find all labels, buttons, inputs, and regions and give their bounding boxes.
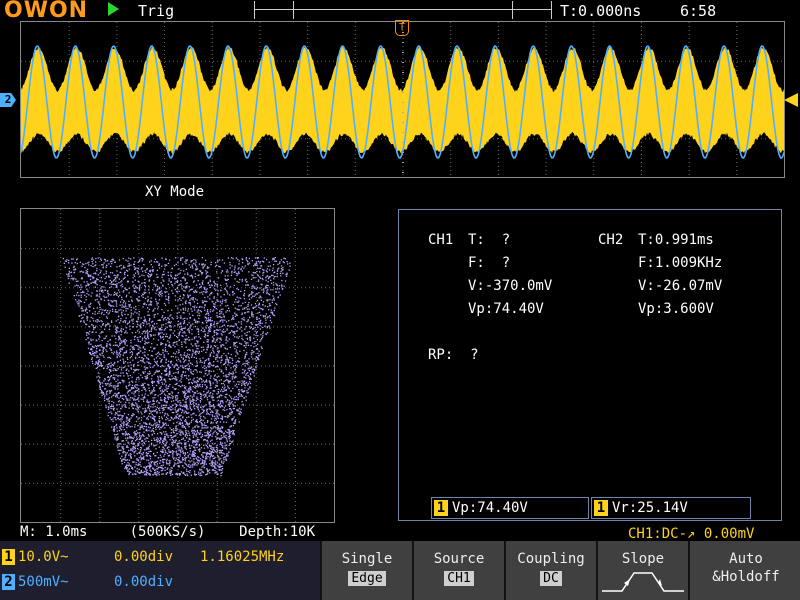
ch2-info-row[interactable]: 2 500mV~ 0.00div xyxy=(2,574,173,590)
ch2-level-marker[interactable]: 2 xyxy=(0,93,16,107)
softkey-slope-title: Slope xyxy=(621,551,665,567)
trigger-level-marker[interactable] xyxy=(784,93,798,107)
channel-info: 1 10.0V~ 0.00div 1.16025MHz 2 500mV~ 0.00div xyxy=(0,541,320,600)
measure-box-vr: 1 Vr:25.14V xyxy=(591,497,751,519)
ch1-badge: 1 xyxy=(2,549,15,565)
trigger-position-icon: T xyxy=(395,20,409,36)
ch1-info-row[interactable]: 1 10.0V~ 0.00div 1.16025MHz xyxy=(2,549,284,565)
softkey-single-value: Edge xyxy=(348,571,386,586)
measure-box-vr-channel: 1 xyxy=(594,500,608,516)
ch2-scale: 500mV~ xyxy=(18,574,69,590)
ch2-offset: 0.00div xyxy=(114,574,174,590)
trigger-status: CH1:DC-↗ 0.00mV xyxy=(628,526,755,542)
measure-box-vp-channel: 1 xyxy=(434,500,448,516)
ch1-frequency: F: ? xyxy=(468,255,511,271)
run-state-icon xyxy=(108,2,119,16)
ch1-mean-voltage: V:-370.0mV xyxy=(468,278,553,294)
ch2-badge: 2 xyxy=(2,574,15,590)
trigger-time-label: T:0.000ns xyxy=(560,2,642,20)
xy-mode-title: XY Mode xyxy=(145,184,205,200)
ch1-counter-freq: 1.16025MHz xyxy=(200,549,285,565)
ch1-period: T: ? xyxy=(468,232,511,248)
softkey-coupling[interactable]: Coupling DC xyxy=(504,541,596,600)
acquisition-status: M: 1.0ms (500KS/s) Depth:10K xyxy=(20,524,315,540)
softkey-source[interactable]: Source CH1 xyxy=(412,541,504,600)
softkey-source-value: CH1 xyxy=(444,571,474,586)
measure-box-vr-text: Vr:25.14V xyxy=(612,500,688,516)
owon-logo: OWON xyxy=(4,0,89,23)
softkey-slope[interactable]: Slope xyxy=(596,541,688,600)
softkey-auto-title: Auto xyxy=(729,551,763,567)
ch2-peak-voltage: Vp:3.600V xyxy=(638,301,714,317)
ch1-offset: 0.00div xyxy=(114,549,174,565)
ch1-scale: 10.0V~ xyxy=(18,549,69,565)
measurement-panel: CH1 T: ? F: ? V:-370.0mV Vp:74.40V CH2 T… xyxy=(398,209,782,521)
ch2-frequency: F:1.009KHz xyxy=(638,255,723,271)
xy-display xyxy=(20,208,335,523)
ch1-peak-voltage: Vp:74.40V xyxy=(468,301,544,317)
ch2-period: T:0.991ms xyxy=(638,232,714,248)
waveform-graph xyxy=(20,22,785,175)
measure-box-vp-text: Vp:74.40V xyxy=(452,500,528,516)
memory-window xyxy=(293,1,513,19)
sample-rate: (500KS/s) xyxy=(129,524,206,540)
softkey-coupling-value: DC xyxy=(540,571,562,586)
softkey-source-title: Source xyxy=(433,551,485,567)
ch1-label: CH1 xyxy=(428,232,454,248)
clock: 6:58 xyxy=(680,2,717,20)
softkey-single-edge[interactable]: Single Edge xyxy=(320,541,412,600)
softkey-auto-value: &Holdoff xyxy=(712,569,780,585)
ch2-mean-voltage: V:-26.07mV xyxy=(638,278,723,294)
trigger-state-label: Trig xyxy=(138,2,175,20)
memory-position-bar xyxy=(254,1,552,19)
waveform-display xyxy=(20,21,785,178)
slope-icon xyxy=(602,572,684,592)
measure-box-vp: 1 Vp:74.40V xyxy=(431,497,589,519)
softkey-coupling-title: Coupling xyxy=(517,551,585,567)
memory-depth: Depth:10K xyxy=(239,524,316,540)
softkey-single-title: Single xyxy=(341,551,393,567)
xy-graph xyxy=(21,209,334,522)
softkey-auto-holdoff[interactable]: Auto &Holdoff xyxy=(688,541,800,600)
ch2-label: CH2 xyxy=(598,232,624,248)
rp-value: RP: ? xyxy=(428,347,479,363)
timebase: M: 1.0ms xyxy=(20,524,88,540)
